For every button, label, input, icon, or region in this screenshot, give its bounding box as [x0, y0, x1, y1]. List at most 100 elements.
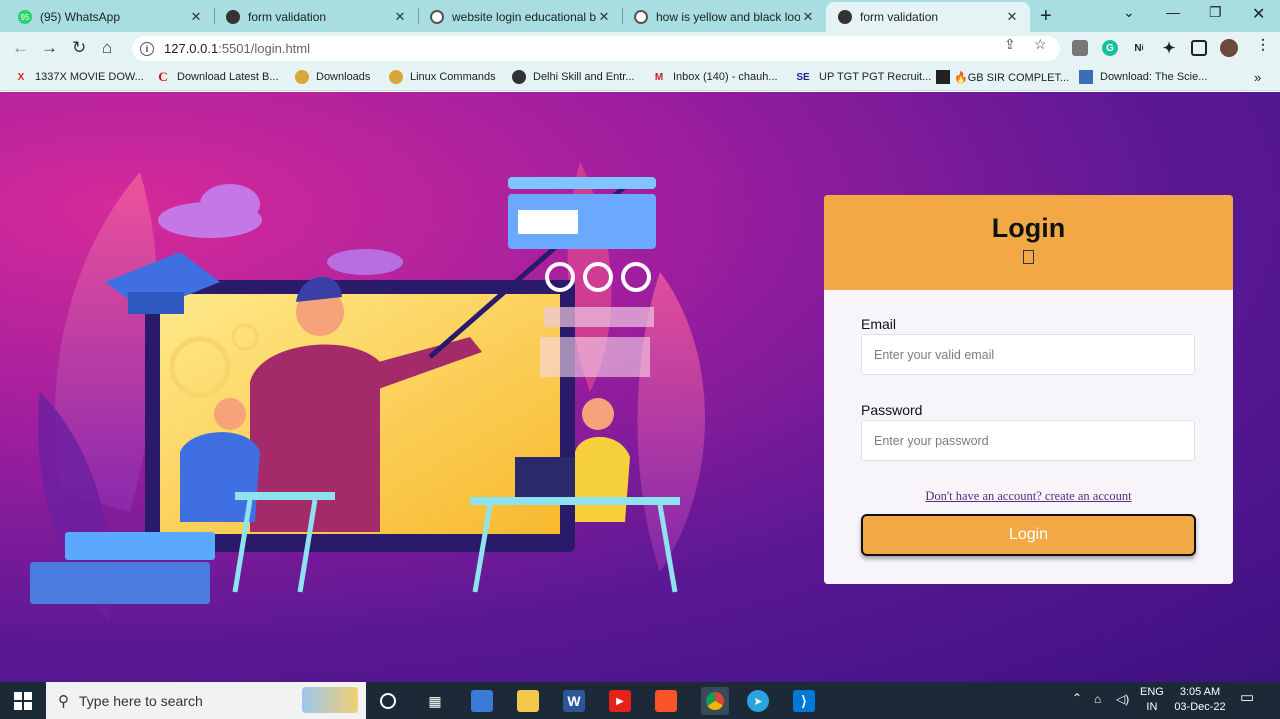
notion-extension-icon[interactable]: Ni: [1131, 40, 1147, 56]
clock-time: 3:05 AM: [1179, 686, 1221, 698]
bookmark-item[interactable]: M Inbox (140) - chauh...: [652, 70, 778, 84]
tab-form-validation-active[interactable]: form validation ✕: [826, 2, 1030, 32]
chevron-up-icon[interactable]: ⌃: [1072, 691, 1082, 706]
close-tab-icon[interactable]: ✕: [1004, 9, 1020, 25]
email-label: Email: [861, 316, 897, 332]
volume-icon[interactable]: ◁): [1116, 692, 1129, 707]
bookmark-item[interactable]: SE UP TGT PGT Recruit...: [794, 70, 931, 84]
cast-icon[interactable]: [1072, 40, 1088, 56]
url-host: 127.0.0.1: [164, 41, 219, 56]
bookmark-item[interactable]: C Download Latest B...: [156, 69, 278, 84]
reload-icon[interactable]: ↻: [72, 38, 86, 58]
x-icon: X: [17, 71, 25, 83]
tab-search-chevron-icon[interactable]: ⌄: [1123, 4, 1135, 21]
language-indicator[interactable]: ENG IN: [1140, 685, 1164, 715]
cortana-icon[interactable]: [380, 693, 396, 709]
clock-date: 03-Dec-22: [1174, 701, 1226, 713]
maximize-button[interactable]: ❐: [1209, 4, 1222, 21]
bookmark-label: UP TGT PGT Recruit...: [819, 71, 932, 83]
grammarly-icon[interactable]: G: [1102, 40, 1118, 56]
task-view-icon[interactable]: ▦: [424, 690, 446, 712]
bookmark-item[interactable]: Linux Commands: [389, 70, 496, 84]
login-button[interactable]: Login: [861, 514, 1196, 556]
minimize-button[interactable]: —: [1166, 4, 1180, 20]
student-head: [214, 398, 246, 430]
close-tab-icon[interactable]: ✕: [596, 9, 612, 25]
bookmark-item[interactable]: 🔥GB SIR COMPLET...: [936, 70, 1069, 84]
extensions-puzzle-icon[interactable]: ✦: [1161, 40, 1177, 57]
new-tab-button[interactable]: +: [1040, 5, 1052, 28]
c-icon: C: [158, 69, 168, 84]
ui-window-content: [518, 210, 578, 234]
bookmarks-bar: X 1337X MOVIE DOW... C Download Latest B..…: [0, 65, 1280, 91]
browser-tab-strip: 95 (95) WhatsApp ✕ form validation ✕ web…: [0, 0, 1280, 32]
tab-whatsapp[interactable]: 95 (95) WhatsApp ✕: [6, 2, 214, 32]
taskbar-search-box[interactable]: ⚲ Type here to search: [46, 682, 366, 719]
bookmark-star-icon[interactable]: ☆: [1034, 36, 1047, 53]
vscode-icon[interactable]: ⟩: [793, 690, 815, 712]
file-explorer-icon[interactable]: [517, 690, 539, 712]
close-window-button[interactable]: ✕: [1252, 4, 1265, 24]
book-shape: [30, 562, 210, 604]
bookmark-item[interactable]: Download: The Scie...: [1079, 70, 1207, 84]
disc-icon: [389, 70, 403, 84]
browser-toolbar: ← → ↻ ⌂ i 127.0.0.1:5501/login.html ⇪ ☆ …: [0, 32, 1280, 65]
side-panel-icon[interactable]: [1191, 40, 1207, 56]
back-arrow-icon[interactable]: ←: [12, 38, 29, 58]
windows-start-icon[interactable]: [14, 692, 32, 710]
login-form: Email Password Don't have an account? cr…: [824, 290, 1233, 584]
region-code: IN: [1146, 701, 1158, 713]
globe-icon: [838, 10, 852, 24]
tab-title: form validation: [248, 10, 327, 24]
extension-letter: N: [1134, 42, 1142, 54]
close-tab-icon[interactable]: ✕: [800, 9, 816, 25]
tab-title: form validation: [860, 10, 939, 24]
globe-icon: [226, 10, 240, 24]
extension-sup: i: [1141, 44, 1144, 52]
windows-taskbar: ⚲ Type here to search ▦ W ▶ ➤ ⟩ ⌃ ⌂ ◁) E…: [0, 682, 1280, 719]
url-path: :5501/login.html: [218, 41, 310, 56]
tab-title: (95) WhatsApp: [40, 10, 121, 24]
gmail-icon: M: [654, 71, 664, 83]
bookmark-item[interactable]: X 1337X MOVIE DOW...: [14, 70, 144, 84]
home-icon[interactable]: ⌂: [102, 38, 112, 58]
chrome-icon[interactable]: [701, 687, 729, 715]
laptop-shape: [515, 457, 575, 497]
youtube-icon[interactable]: ▶: [609, 690, 631, 712]
bookmark-item[interactable]: Downloads: [295, 70, 370, 84]
bookmark-label: Downloads: [316, 71, 371, 83]
password-input[interactable]: [861, 420, 1195, 461]
address-bar[interactable]: i 127.0.0.1:5501/login.html: [132, 36, 1060, 61]
more-bookmarks-chevron-icon[interactable]: »: [1254, 70, 1261, 85]
clock[interactable]: 3:05 AM 03-Dec-22: [1172, 685, 1228, 715]
site-info-icon[interactable]: i: [140, 41, 154, 56]
word-icon[interactable]: W: [563, 690, 585, 712]
tab-title: website login educational ba: [452, 10, 596, 24]
bookmark-label: Inbox (140) - chauh...: [673, 71, 778, 83]
disc-icon: [295, 70, 309, 84]
create-account-link[interactable]: Don't have an account? create an account: [824, 489, 1233, 504]
close-tab-icon[interactable]: ✕: [188, 9, 204, 25]
search-placeholder: Type here to search: [79, 692, 203, 709]
ui-tiles: [544, 307, 654, 327]
login-card-header: Login: [824, 195, 1233, 290]
cloud-shape: [327, 249, 403, 275]
telegram-icon[interactable]: ➤: [747, 690, 769, 712]
share-icon[interactable]: ⇪: [1004, 36, 1016, 53]
menu-kebab-icon[interactable]: ⋮: [1256, 36, 1270, 53]
close-tab-icon[interactable]: ✕: [392, 9, 408, 25]
network-icon[interactable]: ⌂: [1094, 692, 1101, 707]
brave-icon[interactable]: [655, 690, 677, 712]
tab-google-search-2[interactable]: how is yellow and black look ✕: [622, 2, 826, 32]
profile-avatar[interactable]: [1220, 39, 1238, 57]
forward-arrow-icon[interactable]: →: [41, 38, 58, 58]
student-body: [575, 436, 630, 522]
missing-glyph-icon: [1023, 250, 1034, 264]
store-app-icon[interactable]: [471, 690, 493, 712]
email-input[interactable]: [861, 334, 1195, 375]
whatsapp-icon: 95: [18, 10, 32, 24]
tab-google-search-1[interactable]: website login educational ba ✕: [418, 2, 622, 32]
bookmark-item[interactable]: Delhi Skill and Entr...: [512, 70, 635, 84]
notifications-icon[interactable]: ▭: [1240, 690, 1254, 705]
tab-form-validation[interactable]: form validation ✕: [214, 2, 418, 32]
